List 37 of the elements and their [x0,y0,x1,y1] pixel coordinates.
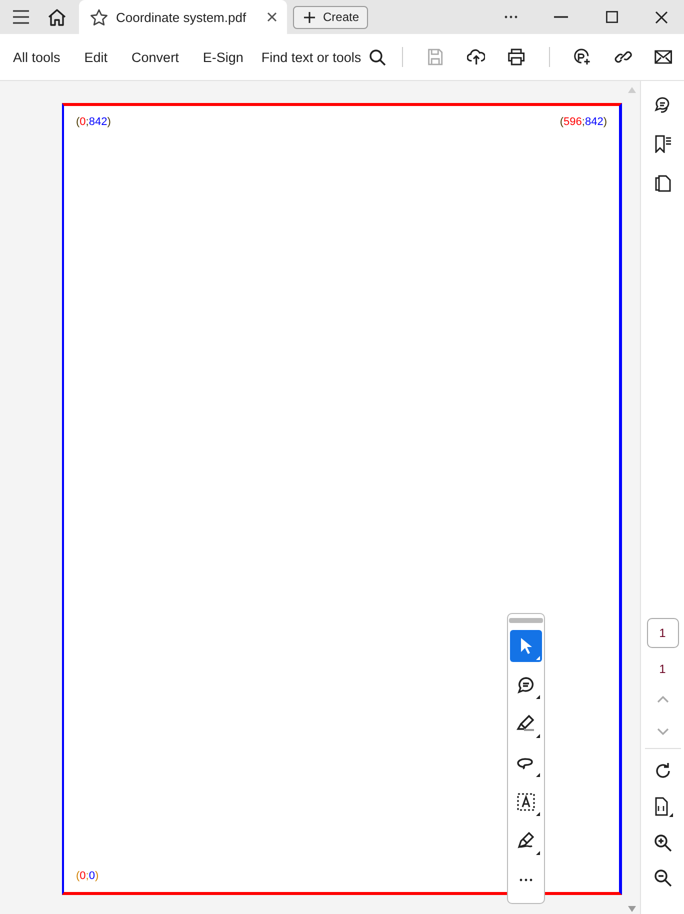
comment-icon[interactable] [654,96,672,114]
tab-title: Coordinate system.pdf [116,10,248,24]
find-button[interactable]: Find text or tools [257,44,390,70]
cursor-icon[interactable] [510,630,542,662]
rotate-icon[interactable] [654,762,672,780]
create-button[interactable]: Create [293,6,368,28]
search-icon [369,48,386,66]
menu-item[interactable]: All tools [3,44,70,70]
home-icon[interactable] [47,8,67,26]
plus-icon [304,12,315,22]
star-icon[interactable] [90,8,108,26]
maximize-icon[interactable] [606,11,618,23]
drag-handle[interactable] [509,618,543,623]
print-icon[interactable] [507,48,526,66]
menu-item[interactable]: Edit [74,44,118,70]
pages-icon[interactable] [654,174,672,192]
cloud-upload-icon[interactable] [466,48,486,66]
bookmark-icon[interactable] [654,135,672,153]
menu-item[interactable]: E-Sign [192,44,254,70]
zoom-out-icon[interactable] [654,869,672,887]
coordinate-label: (0;842) [76,116,111,128]
zoom-in-icon[interactable] [654,834,672,852]
menu-icon[interactable] [13,10,29,24]
more-icon[interactable] [504,15,518,19]
document-tab[interactable]: Coordinate system.pdf [79,0,287,34]
page-number-field[interactable]: 1 [646,618,678,648]
page-count: 1 [659,662,666,676]
close-icon[interactable] [267,12,277,22]
coordinate-label: (0;0) [76,870,99,882]
link-icon[interactable] [614,48,632,66]
close-icon[interactable] [655,10,668,24]
fit-page-icon[interactable] [652,797,672,817]
minimize-icon[interactable] [554,16,568,18]
scroll-down-icon[interactable] [628,906,636,912]
coordinate-label: (596;842) [560,116,607,128]
menu-item[interactable]: Convert [122,44,189,70]
mail-icon[interactable] [654,48,673,66]
